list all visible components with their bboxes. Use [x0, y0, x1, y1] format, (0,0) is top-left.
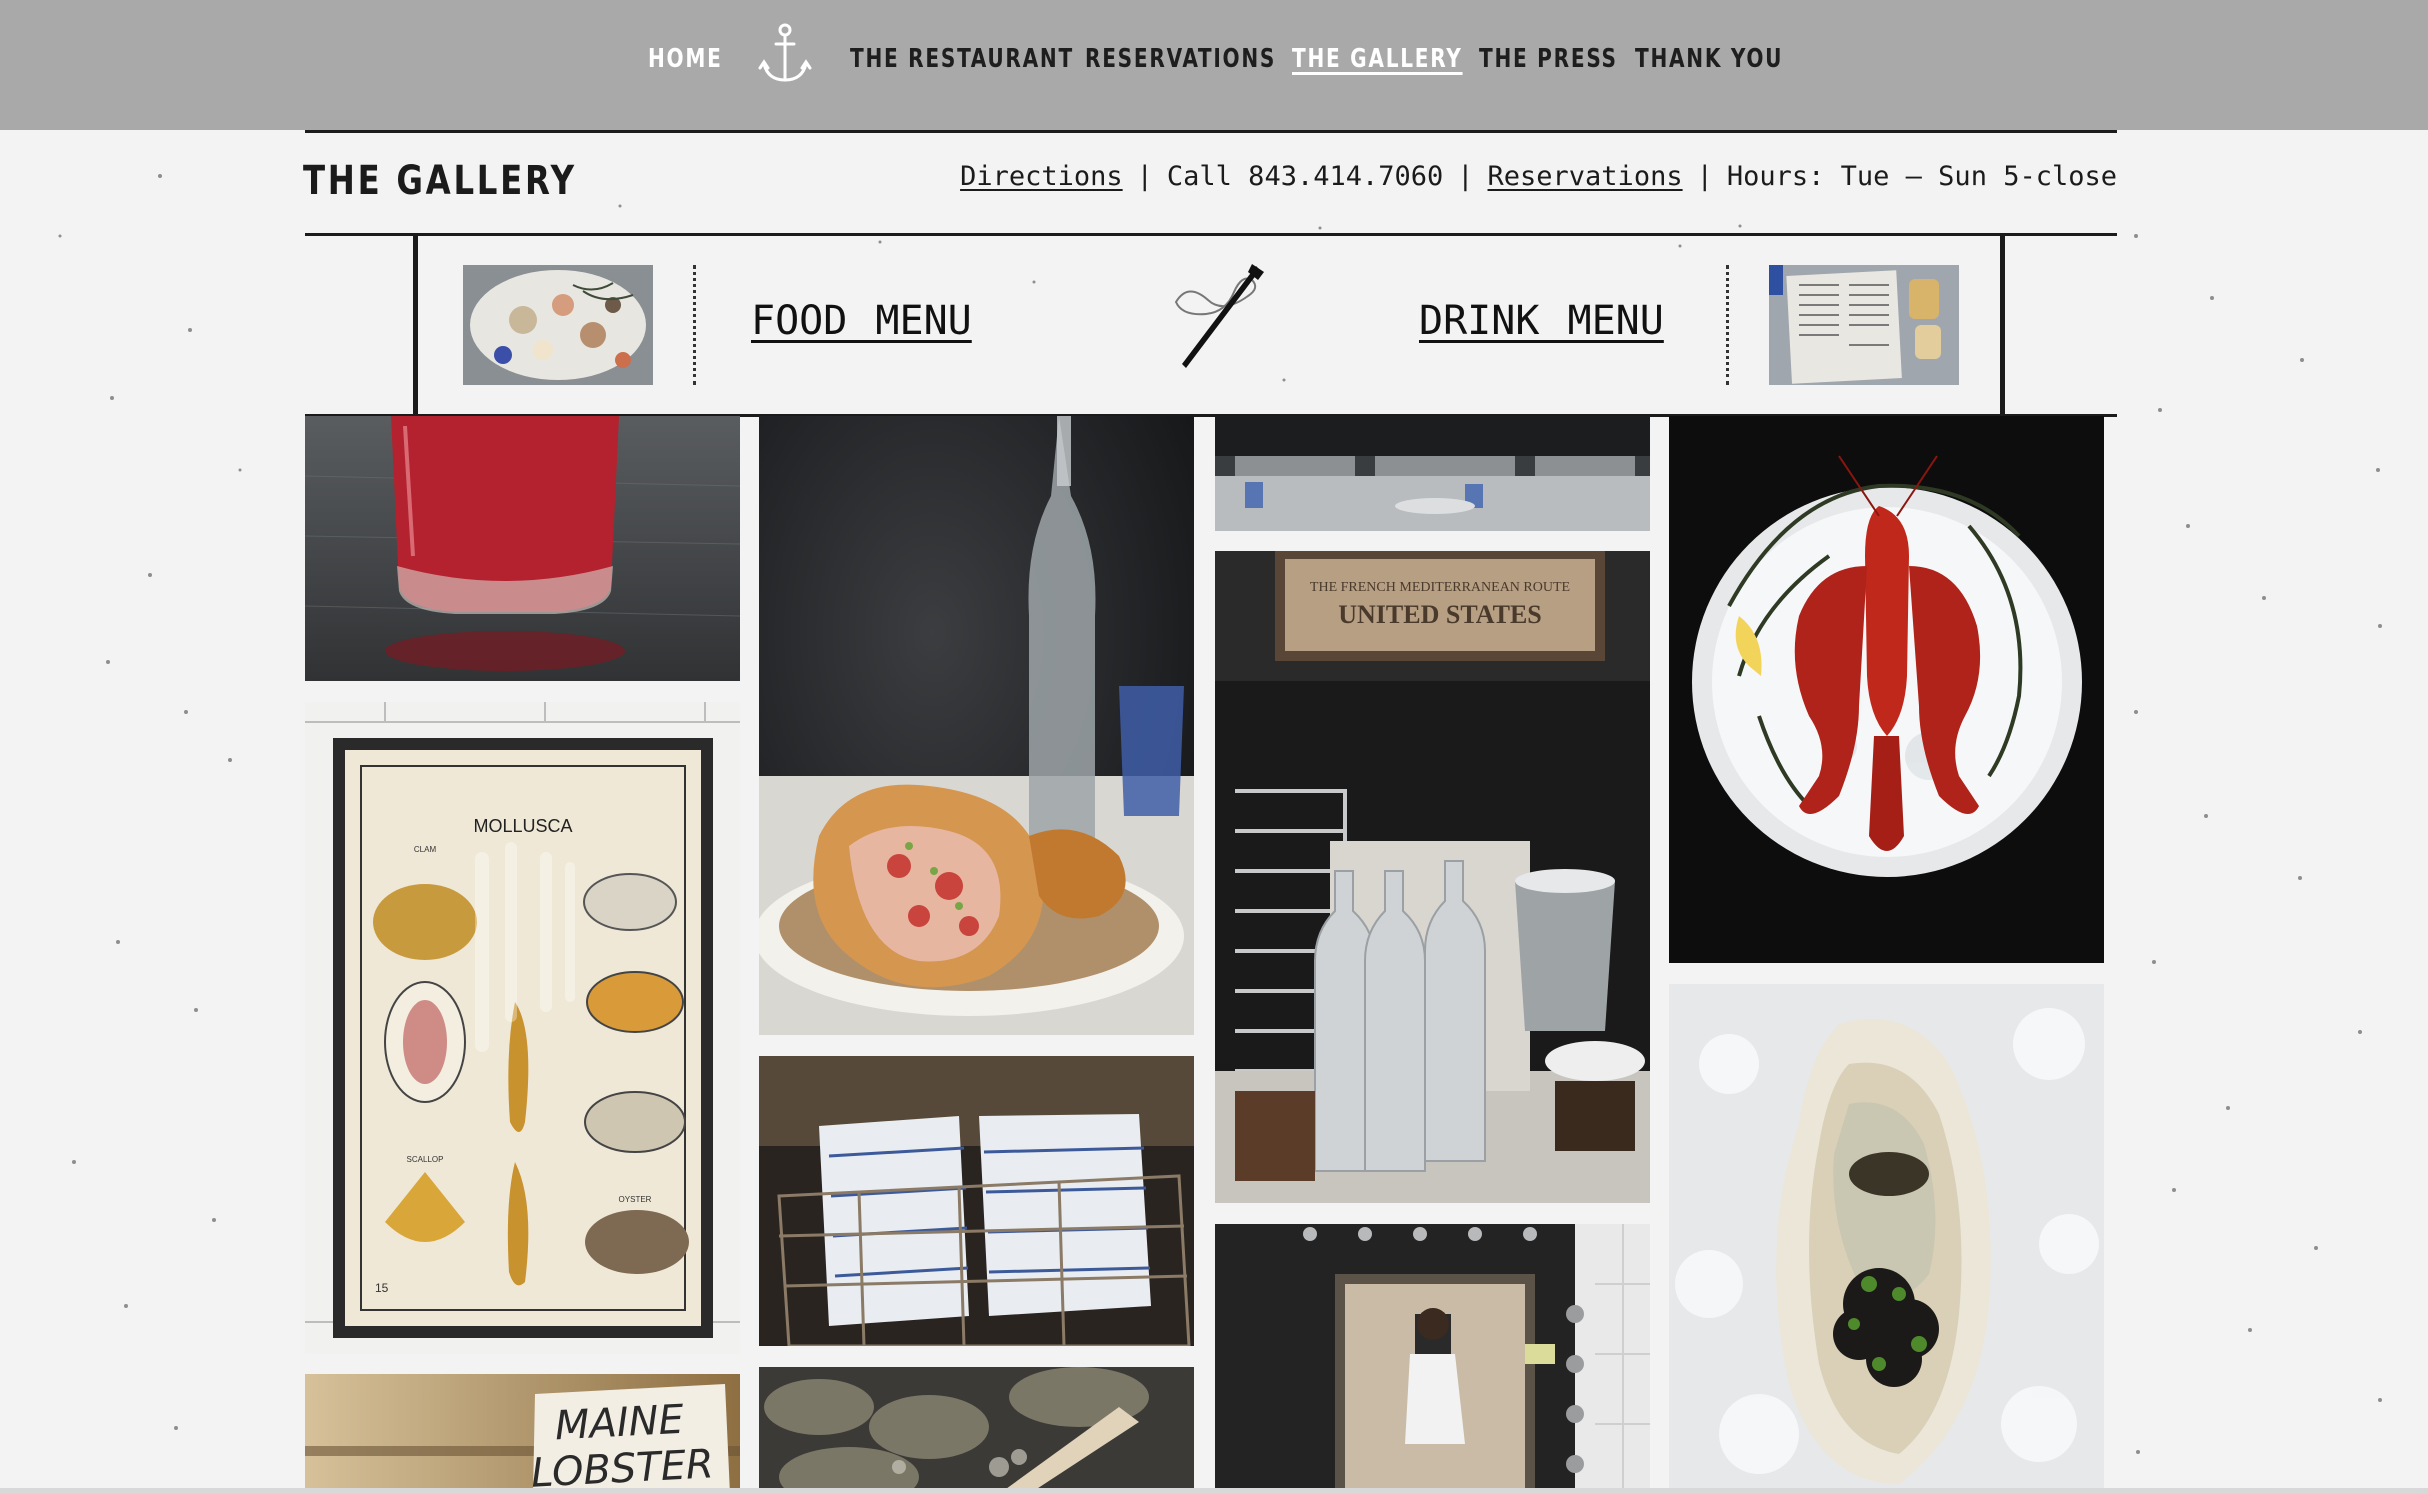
gallery-photo-lobster-roll[interactable]: [759, 416, 1194, 1035]
gallery-photo-oyster-caviar[interactable]: [1669, 984, 2104, 1494]
poster-label-scallop: SCALLOP: [407, 1155, 444, 1164]
header-bottom-rule: [305, 233, 2117, 236]
menu-divider-left: [693, 265, 696, 385]
gallery-photo-raw-bar-counter[interactable]: [1215, 416, 1650, 531]
info-bar: Directions | Call 843.414.7060 | Reservation…: [960, 161, 2117, 192]
nav-thank-you[interactable]: THANK YOU: [1635, 44, 1783, 74]
hours-text: Hours: Tue – Sun 5-close: [1726, 161, 2117, 192]
nav-the-press[interactable]: THE PRESS: [1479, 44, 1618, 74]
gallery-photo-napkin-basket[interactable]: [759, 1056, 1194, 1346]
food-thumbnail-image: [463, 265, 653, 385]
directions-link[interactable]: Directions: [960, 161, 1123, 192]
gallery-photo-lobster-plate[interactable]: [1669, 416, 2104, 963]
gallery-photo-mollusca-poster[interactable]: MOLLUSCA CLAM OYSTER SCALLOP 15: [305, 702, 740, 1354]
red-drink-image: [305, 416, 740, 681]
anchor-icon[interactable]: [758, 22, 812, 88]
page-bottom-edge: [0, 1488, 2428, 1494]
pen-flourish-icon: [1174, 264, 1264, 368]
drink-thumbnail-image: [1769, 265, 1959, 385]
nav-reservations[interactable]: RESERVATIONS: [1085, 44, 1276, 74]
lobster-roll-image: [759, 416, 1194, 1035]
info-separator: |: [1457, 161, 1474, 192]
page-title: THE GALLERY: [303, 158, 577, 204]
poster-label-oyster: OYSTER: [619, 1195, 652, 1204]
gallery-photo-bar-water-bottles[interactable]: THE FRENCH MEDITERRANEAN ROUTE UNITED ST…: [1215, 551, 1650, 1203]
food-menu-link[interactable]: FOOD MENU: [751, 298, 972, 344]
info-separator: |: [1696, 161, 1713, 192]
top-navigation: HOME THE RESTAURANT RESERVATIONS THE GAL…: [0, 0, 2428, 130]
food-menu-thumbnail[interactable]: [463, 265, 653, 385]
gallery-photo-red-drink[interactable]: [305, 416, 740, 681]
raw-bar-counter-image: [1215, 416, 1650, 531]
napkin-basket-image: [759, 1056, 1194, 1346]
lobster-plate-image: [1669, 416, 2104, 963]
header-top-rule: [305, 130, 2117, 133]
poster-text-united-states: UNITED STATES: [1338, 600, 1542, 629]
gallery-photo-maine-lobster-sign[interactable]: MAINE LOBSTER: [305, 1374, 740, 1494]
sign-text-maine: MAINE: [554, 1397, 686, 1450]
oyster-caviar-image: [1669, 984, 2104, 1494]
poster-title: MOLLUSCA: [473, 816, 572, 836]
menu-divider-right: [1726, 265, 1729, 385]
drink-menu-thumbnail[interactable]: [1769, 265, 1959, 385]
sign-text-lobster: LOBSTER: [530, 1441, 715, 1494]
bar-water-bottles-image: THE FRENCH MEDITERRANEAN ROUTE UNITED ST…: [1215, 551, 1650, 1203]
oysters-on-ice-image: [759, 1367, 1194, 1494]
poster-label-clam: CLAM: [414, 845, 437, 854]
info-separator: |: [1136, 161, 1153, 192]
nav-the-restaurant[interactable]: THE RESTAURANT: [850, 44, 1074, 74]
reservations-link[interactable]: Reservations: [1488, 161, 1683, 192]
menu-band-left-bar: [413, 234, 418, 416]
mollusca-poster-image: MOLLUSCA CLAM OYSTER SCALLOP 15: [305, 702, 740, 1354]
menu-band-right-bar: [2000, 234, 2005, 416]
kitchen-pass-image: [1215, 1224, 1650, 1494]
phone-text[interactable]: Call 843.414.7060: [1167, 161, 1443, 192]
nav-home[interactable]: HOME: [648, 44, 723, 74]
gallery-photo-kitchen-pass[interactable]: [1215, 1224, 1650, 1494]
nav-the-gallery[interactable]: THE GALLERY: [1292, 44, 1463, 74]
poster-number: 15: [375, 1281, 389, 1295]
maine-lobster-sign-image: MAINE LOBSTER: [305, 1374, 740, 1494]
poster-text-route: THE FRENCH MEDITERRANEAN ROUTE: [1310, 580, 1570, 595]
drink-menu-link[interactable]: DRINK MENU: [1419, 298, 1664, 344]
gallery-photo-oysters-on-ice[interactable]: [759, 1367, 1194, 1494]
